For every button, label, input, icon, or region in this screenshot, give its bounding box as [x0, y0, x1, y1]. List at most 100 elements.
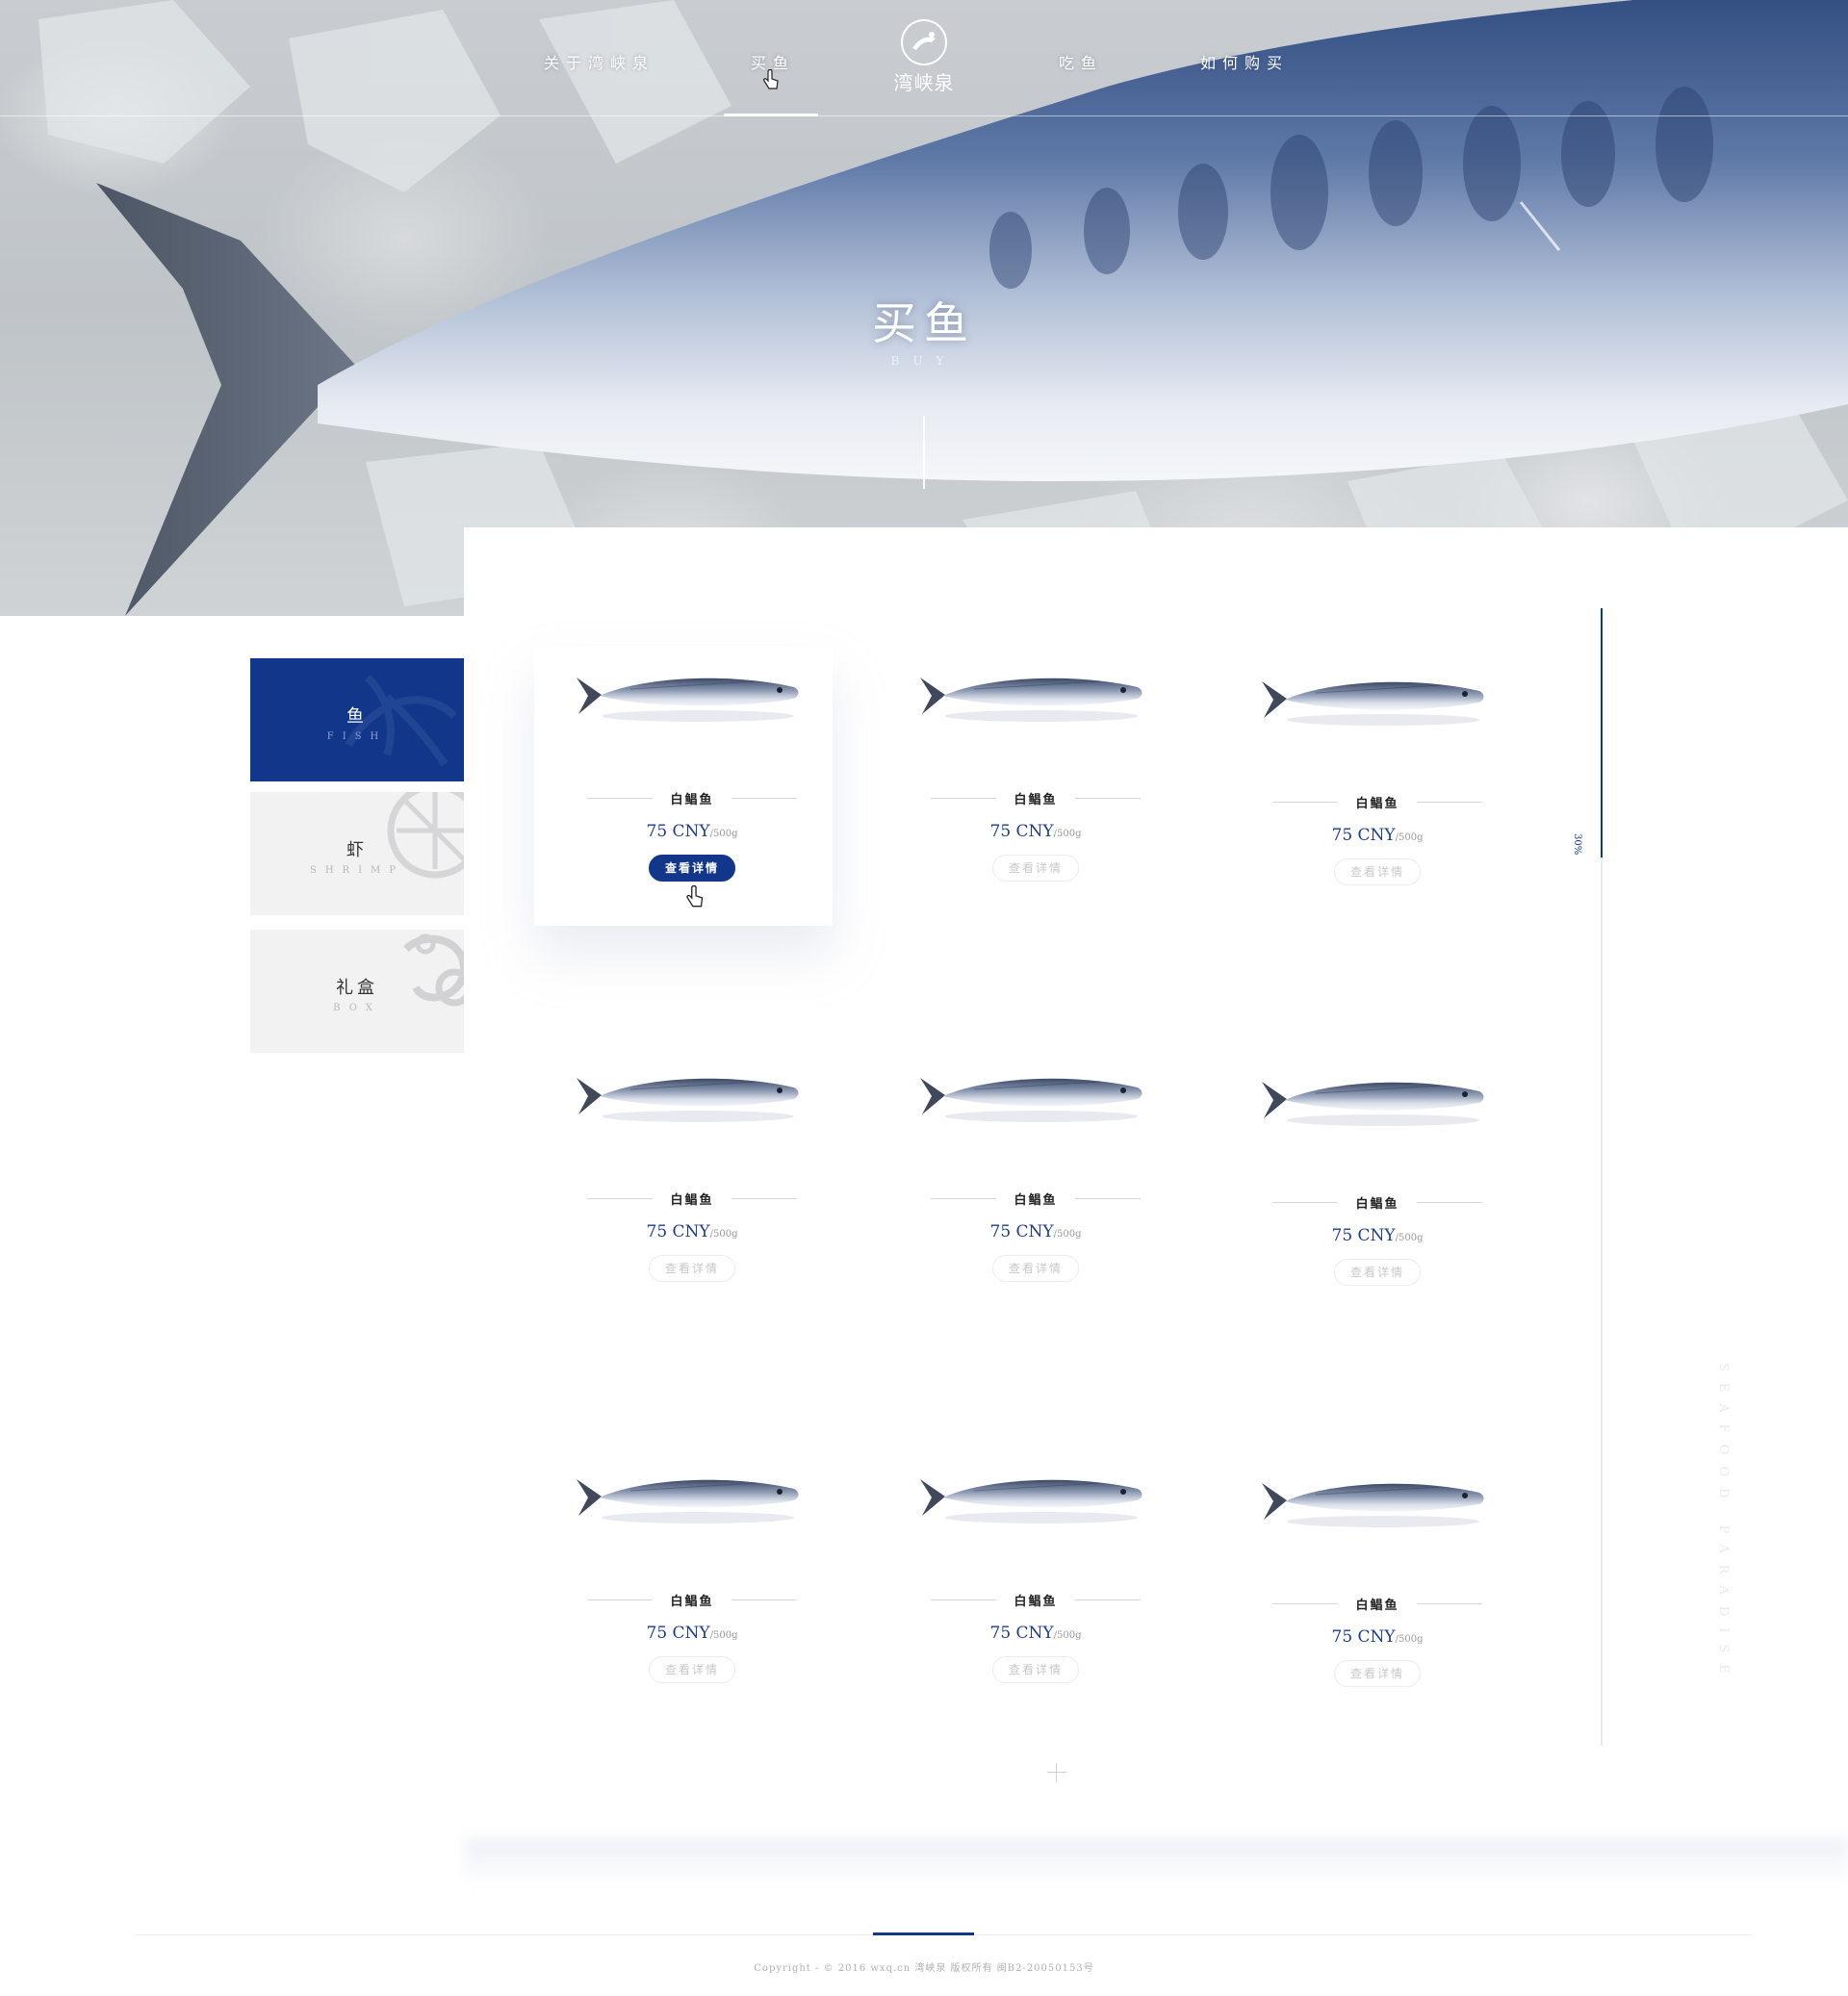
product-fish-icon	[1262, 681, 1484, 726]
category-label-en: FISH	[326, 731, 388, 742]
nav-item-eat-fish[interactable]: 吃鱼	[1059, 50, 1103, 73]
view-details-button[interactable]: 查看详情	[649, 855, 735, 882]
category-shrimp[interactable]: 虾 SHRIMP	[250, 792, 464, 915]
name-divider	[1417, 1202, 1482, 1203]
logo-text: 湾峡泉	[893, 71, 955, 94]
product-price: 75 CNY/500g	[878, 1222, 1194, 1241]
price-value: 75 CNY	[989, 1624, 1054, 1643]
view-details-button[interactable]: 查看详情	[649, 1255, 735, 1282]
footer-copyright: Copyright - © 2016 wxq.cn 湾峡泉 版权所有 闽B2-2…	[754, 1963, 1094, 1974]
price-unit: /500g	[709, 829, 738, 839]
name-divider	[1417, 802, 1482, 803]
view-details-button[interactable]: 查看详情	[992, 1656, 1079, 1683]
hero-scroll-line	[923, 416, 925, 489]
name-divider	[1075, 1198, 1141, 1199]
view-details-button[interactable]: 查看详情	[1334, 1259, 1421, 1286]
name-divider	[732, 798, 797, 799]
product-fish-icon	[920, 678, 1142, 722]
price-value: 75 CNY	[646, 1222, 710, 1241]
product-fish-icon	[1262, 1082, 1484, 1126]
view-details-button[interactable]: 查看详情	[992, 855, 1079, 882]
brand-logo[interactable]: 湾峡泉	[887, 19, 961, 100]
product-price: 75 CNY/500g	[1219, 1627, 1535, 1647]
product-card[interactable]: 白鲳鱼 75 CNY/500g 查看详情	[1219, 1452, 1518, 1731]
product-card[interactable]: 白鲳鱼 75 CNY/500g 查看详情	[534, 1047, 833, 1326]
category-label: 鱼	[346, 706, 368, 727]
product-price: 75 CNY/500g	[878, 822, 1194, 841]
hand-cursor-icon	[686, 885, 704, 908]
price-value: 75 CNY	[989, 1222, 1054, 1241]
price-unit: /500g	[1395, 832, 1424, 843]
name-divider	[1417, 1603, 1482, 1604]
scroll-percent-label: 30%	[1572, 833, 1582, 856]
name-divider	[1075, 1599, 1141, 1600]
price-value: 75 CNY	[646, 1624, 710, 1643]
product-card[interactable]: 白鲳鱼 75 CNY/500g 查看详情	[878, 647, 1176, 926]
product-name-row: 白鲳鱼	[587, 1190, 797, 1209]
hero-title: 买鱼	[872, 297, 976, 349]
price-value: 75 CNY	[1331, 826, 1396, 845]
product-fish-icon	[577, 678, 799, 722]
name-divider	[1075, 798, 1141, 799]
product-fish-icon	[1262, 1483, 1484, 1527]
price-unit: /500g	[1395, 1634, 1424, 1645]
name-divider	[732, 1599, 797, 1600]
side-decorative-text: SEAFOOD PARADISE	[1716, 1363, 1731, 1685]
product-name-row: 白鲳鱼	[1272, 1193, 1482, 1213]
load-more-button[interactable]	[1047, 1763, 1066, 1782]
category-label: 礼盒	[336, 978, 378, 998]
view-details-button[interactable]: 查看详情	[1334, 858, 1421, 885]
nav-item-how-to-buy[interactable]: 如何购买	[1200, 50, 1289, 73]
product-name-row: 白鲳鱼	[1272, 1595, 1482, 1614]
product-card[interactable]: 白鲳鱼 75 CNY/500g 查看详情	[878, 1047, 1176, 1326]
scroll-progress-track[interactable]	[1601, 608, 1603, 1746]
logo-emblem-icon	[901, 19, 947, 65]
product-price: 75 CNY/500g	[534, 1624, 850, 1643]
product-name-row: 白鲳鱼	[587, 1591, 797, 1610]
category-label-en: SHRIMP	[309, 865, 405, 876]
product-price: 75 CNY/500g	[1219, 826, 1535, 845]
category-label-en: BOX	[333, 1003, 381, 1013]
product-name-row: 白鲳鱼	[931, 1591, 1141, 1610]
product-card[interactable]: 白鲳鱼 75 CNY/500g 查看详情	[534, 1448, 833, 1727]
price-unit: /500g	[1053, 829, 1082, 839]
price-value: 75 CNY	[1331, 1627, 1396, 1647]
product-fish-icon	[920, 1479, 1142, 1523]
nav-divider	[0, 115, 1848, 116]
footer-accent-bar	[873, 1932, 974, 1935]
product-fish-icon	[920, 1078, 1142, 1122]
price-unit: /500g	[709, 1630, 738, 1641]
price-unit: /500g	[709, 1229, 738, 1240]
panel-shadow	[464, 1838, 1848, 1886]
product-price: 75 CNY/500g	[534, 1222, 850, 1241]
product-fish-icon	[577, 1078, 799, 1122]
category-fish[interactable]: 鱼 FISH	[250, 658, 464, 781]
product-fish-icon	[577, 1479, 799, 1523]
nav-item-about[interactable]: 关于湾峡泉	[544, 50, 654, 73]
hero-subtitle: BUY	[890, 354, 958, 368]
price-unit: /500g	[1053, 1229, 1082, 1240]
view-details-button[interactable]: 查看详情	[649, 1656, 735, 1683]
product-price: 75 CNY/500g	[1219, 1226, 1535, 1245]
price-value: 75 CNY	[1331, 1226, 1396, 1245]
product-name-row: 白鲳鱼	[931, 789, 1141, 808]
product-price: 75 CNY/500g	[534, 822, 850, 841]
product-card[interactable]: 白鲳鱼 75 CNY/500g 查看详情	[1219, 651, 1518, 930]
price-value: 75 CNY	[646, 822, 710, 841]
hand-cursor-icon	[763, 69, 779, 90]
view-details-button[interactable]: 查看详情	[1334, 1660, 1421, 1687]
view-details-button[interactable]: 查看详情	[992, 1255, 1079, 1282]
product-card[interactable]: 白鲳鱼 75 CNY/500g 查看详情	[878, 1448, 1176, 1727]
product-card[interactable]: 白鲳鱼 75 CNY/500g 查看详情	[1219, 1051, 1518, 1330]
name-divider	[732, 1198, 797, 1199]
product-name-row: 白鲳鱼	[1272, 793, 1482, 812]
price-unit: /500g	[1053, 1630, 1082, 1641]
product-name-row: 白鲳鱼	[587, 789, 797, 808]
top-navigation: 关于湾峡泉 买鱼 湾峡泉 吃鱼 如何购买	[0, 0, 1848, 116]
product-name-row: 白鲳鱼	[931, 1190, 1141, 1209]
category-box[interactable]: 礼盒 BOX	[250, 930, 464, 1053]
price-unit: /500g	[1395, 1233, 1424, 1243]
scroll-progress-fill	[1601, 608, 1603, 857]
product-price: 75 CNY/500g	[878, 1624, 1194, 1643]
product-card[interactable]: 白鲳鱼 75 CNY/500g 查看详情	[534, 647, 833, 926]
